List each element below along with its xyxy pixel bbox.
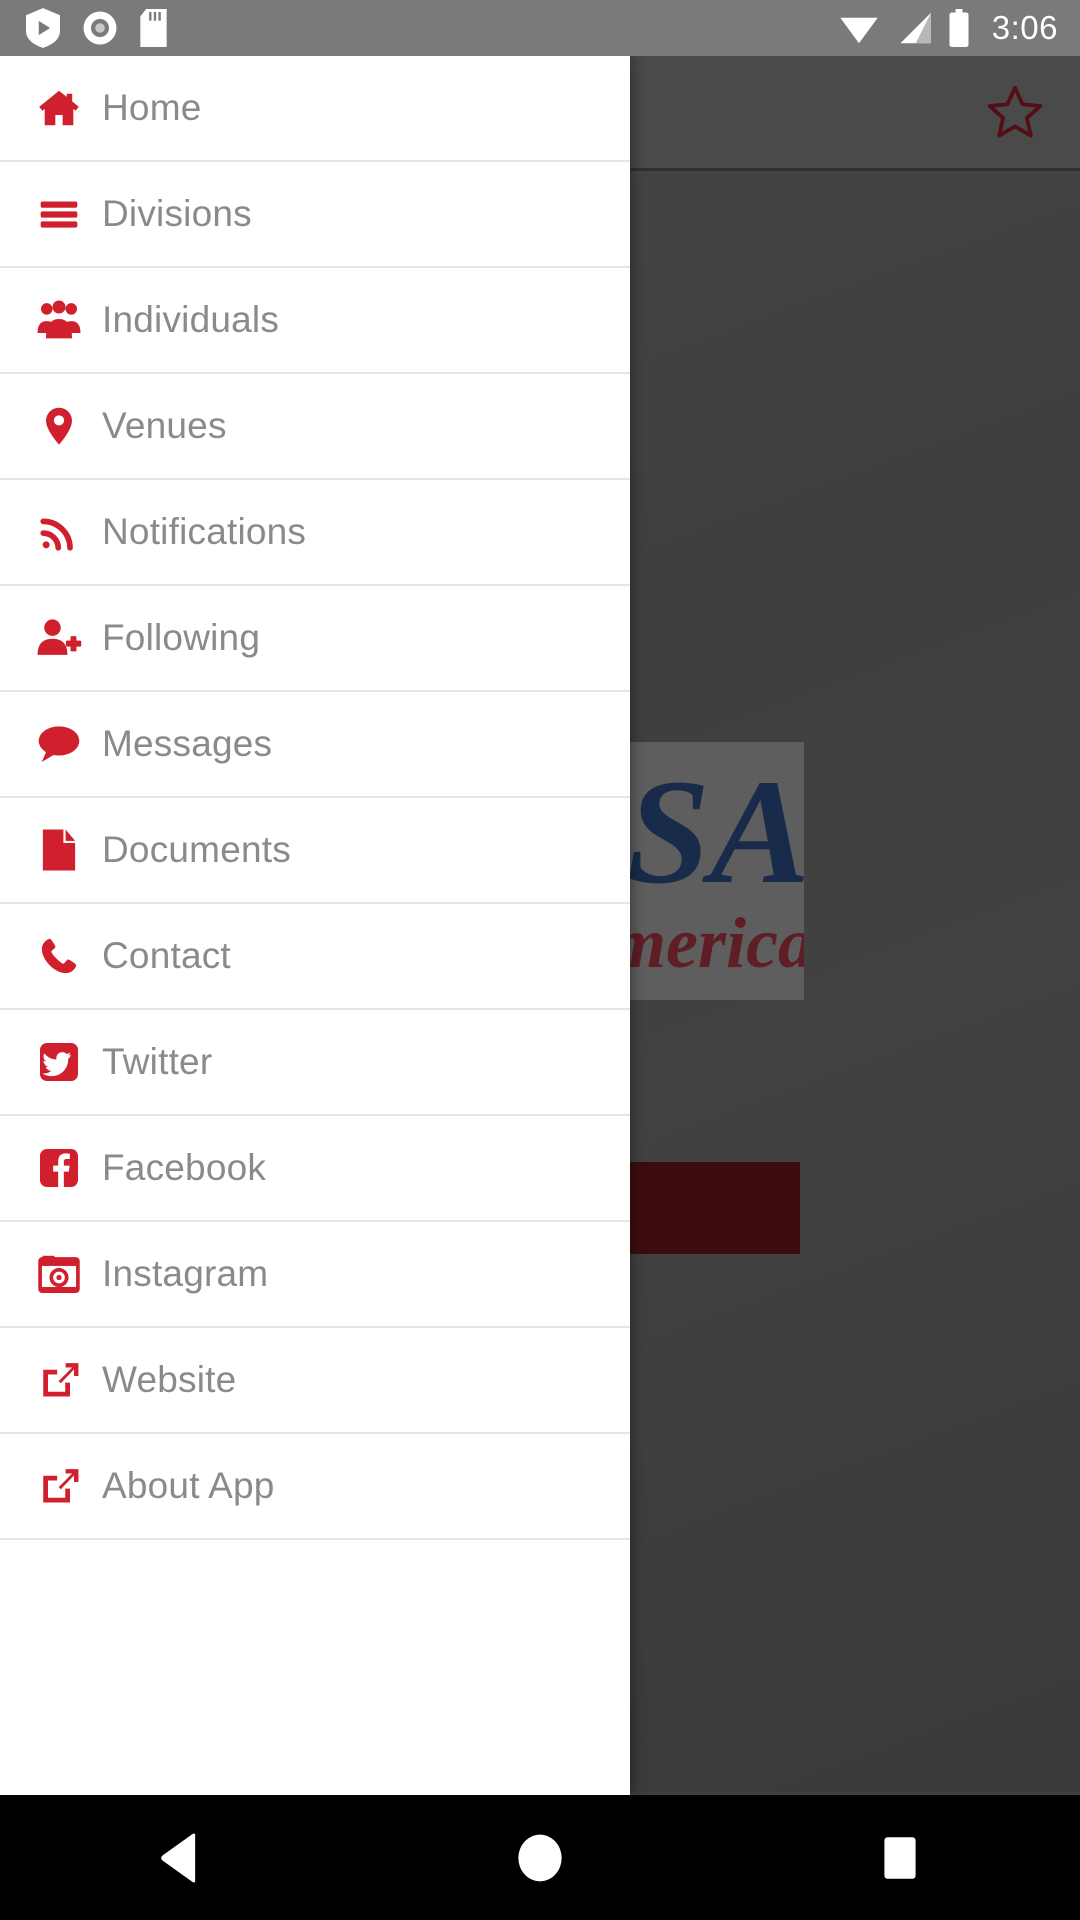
sd-card-icon <box>140 9 167 47</box>
drawer-item-label: Individuals <box>102 299 280 340</box>
drawer-item-instagram[interactable]: Instagram <box>0 1222 630 1328</box>
status-bar-right-icons: 3:06 <box>838 9 1058 47</box>
drawer-item-messages[interactable]: Messages <box>0 692 630 798</box>
home-button[interactable] <box>450 1795 630 1920</box>
map-pin-icon <box>22 405 96 447</box>
system-navigation-bar <box>0 1795 1080 1920</box>
square-recents-icon <box>878 1834 922 1882</box>
home-icon <box>22 86 96 130</box>
drawer-item-label: Notifications <box>102 511 307 552</box>
back-button[interactable] <box>90 1795 270 1920</box>
status-bar-clock: 3:06 <box>991 9 1058 46</box>
drawer-item-divisions[interactable]: Divisions <box>0 162 630 268</box>
drawer-item-label: Following <box>102 617 261 658</box>
user-plus-icon <box>22 615 96 661</box>
recents-button[interactable] <box>810 1795 990 1920</box>
disc-icon <box>82 10 118 46</box>
document-file-icon <box>22 828 96 872</box>
drawer-item-label: Instagram <box>102 1253 269 1294</box>
drawer-item-label: Messages <box>102 723 273 764</box>
drawer-item-twitter[interactable]: Twitter <box>0 1010 630 1116</box>
external-link-icon <box>22 1358 96 1402</box>
twitter-icon <box>22 1042 96 1082</box>
drawer-item-label: Documents <box>102 829 291 870</box>
drawer-item-documents[interactable]: Documents <box>0 798 630 904</box>
people-group-icon <box>22 297 96 343</box>
media-play-icon <box>26 8 60 48</box>
phone-screen: SA merica 3:06 Home Divisions Individual… <box>0 0 1080 1920</box>
navigation-drawer[interactable]: Home Divisions Individuals Venues Notifi… <box>0 56 630 1795</box>
drawer-empty-space <box>0 1540 630 1795</box>
phone-icon <box>22 935 96 977</box>
external-link-icon <box>22 1464 96 1508</box>
drawer-item-label: Divisions <box>102 193 252 234</box>
drawer-item-label: Twitter <box>102 1041 213 1082</box>
status-bar: 3:06 <box>0 0 1080 56</box>
drawer-item-label: Venues <box>102 405 227 446</box>
triangle-back-icon <box>157 1832 203 1884</box>
battery-icon <box>948 9 970 47</box>
drawer-item-venues[interactable]: Venues <box>0 374 630 480</box>
chat-bubble-icon <box>22 721 96 767</box>
drawer-item-label: Website <box>102 1359 237 1400</box>
drawer-item-website[interactable]: Website <box>0 1328 630 1434</box>
drawer-item-label: Facebook <box>102 1147 267 1188</box>
drawer-item-label: Home <box>102 87 202 128</box>
cell-signal-icon <box>894 11 934 45</box>
status-bar-left-icons <box>26 8 167 48</box>
instagram-camera-icon <box>22 1254 96 1294</box>
drawer-item-notifications[interactable]: Notifications <box>0 480 630 586</box>
wifi-icon <box>838 11 880 45</box>
drawer-item-individuals[interactable]: Individuals <box>0 268 630 374</box>
drawer-item-about-app[interactable]: About App <box>0 1434 630 1540</box>
facebook-icon <box>22 1148 96 1188</box>
drawer-item-following[interactable]: Following <box>0 586 630 692</box>
drawer-item-home[interactable]: Home <box>0 56 630 162</box>
drawer-item-label: About App <box>102 1465 275 1506</box>
drawer-item-facebook[interactable]: Facebook <box>0 1116 630 1222</box>
circle-home-icon <box>515 1833 565 1883</box>
rss-feed-icon <box>22 510 96 554</box>
drawer-item-contact[interactable]: Contact <box>0 904 630 1010</box>
list-bars-icon <box>22 192 96 236</box>
drawer-item-label: Contact <box>102 935 231 976</box>
